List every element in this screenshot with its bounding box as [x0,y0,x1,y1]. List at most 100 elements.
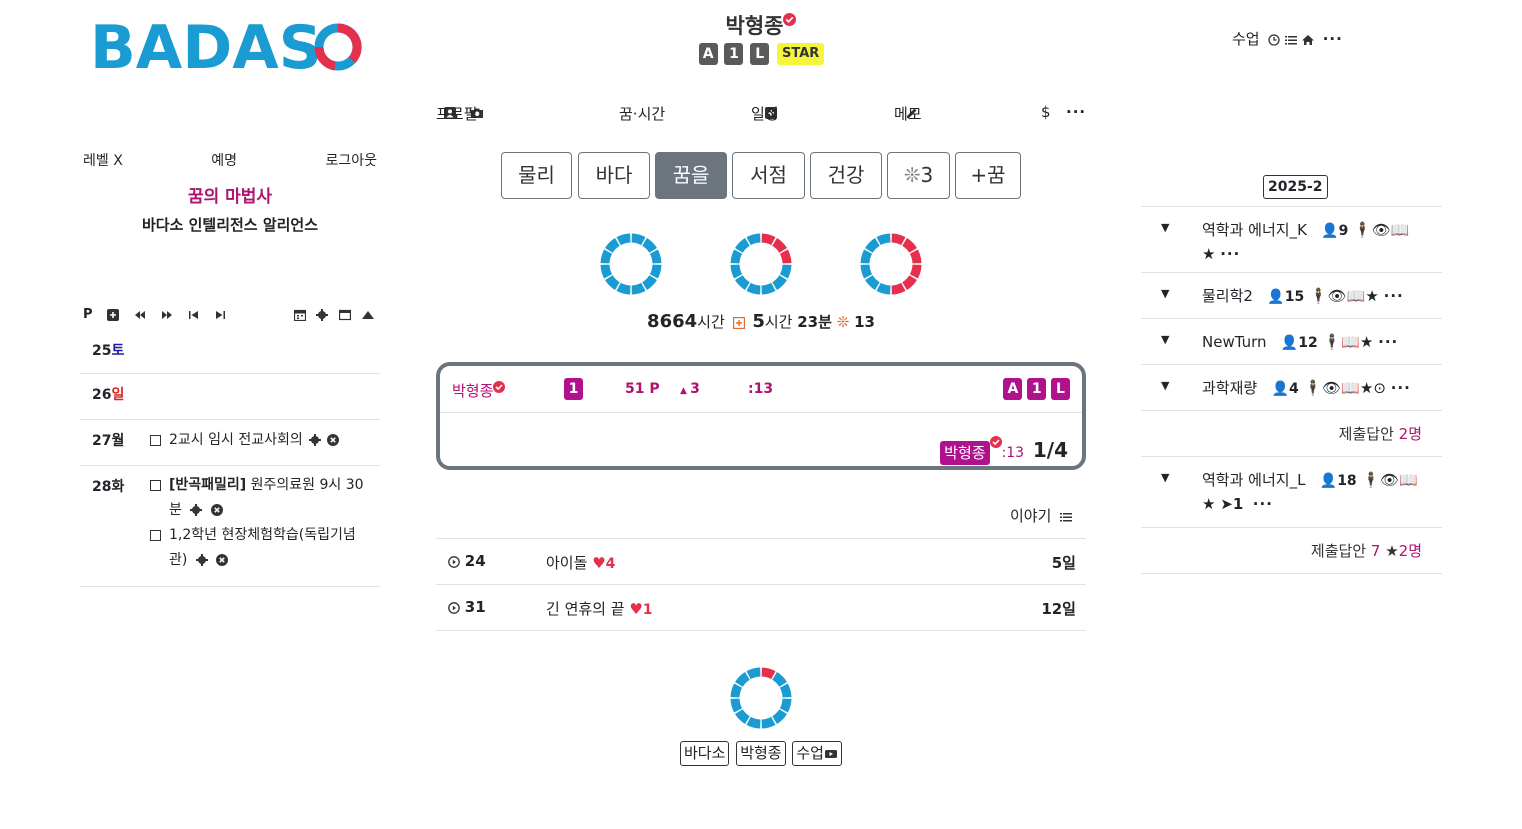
caret-down-icon[interactable]: ▼ [1161,333,1169,346]
eye-icon[interactable]: 👁 [1322,379,1341,397]
logout-link[interactable]: 로그아웃 [325,150,377,170]
gear-icon[interactable] [195,552,208,568]
course-name[interactable]: NewTurn [1202,333,1267,351]
story-age: 12일 [1041,600,1076,618]
star-icon[interactable]: ★ [1365,287,1378,305]
star-icon[interactable]: ★ [1202,245,1215,263]
gear-icon[interactable] [190,502,203,518]
memo-menu[interactable]: 메모 [894,103,922,123]
course-name[interactable]: 물리학2 [1202,287,1253,305]
course-item[interactable]: ▼ 역학과 에너지_L 👤18 🕴👁📖 ★ ➤1 ··· [1141,457,1442,528]
more-icon[interactable]: ··· [1384,287,1404,305]
person-icon[interactable]: 🕴 [1309,287,1328,305]
story-row[interactable]: 31 긴 연휴의 끝 ♥1 12일 [436,585,1086,631]
book-icon[interactable]: 📖 [1347,287,1366,305]
person-icon[interactable]: 🕴 [1361,471,1380,489]
profile-button[interactable]: 박형종 [736,741,786,766]
up-icon: ▲ [680,386,691,396]
dream-time-menu[interactable]: 꿈·시간 [619,103,665,124]
story-row[interactable]: 24 아이돌 ♥4 5일 [436,539,1086,585]
upvotes[interactable]: ▲ 3 [680,381,700,397]
tab-add-dream[interactable]: +꿈 [955,152,1021,199]
person-icon[interactable]: 🕴 [1353,221,1372,239]
class-link[interactable]: 수업 [1232,30,1260,48]
star-icon[interactable]: ★ [1202,495,1215,513]
delete-icon[interactable] [326,430,339,451]
star-icon[interactable]: ★ [1360,333,1373,351]
person-icon[interactable]: 🕴 [1323,333,1342,351]
delete-icon[interactable] [210,502,223,518]
tab-dream[interactable]: 꿈을 [655,152,727,199]
gear-icon[interactable] [308,430,321,451]
delete-icon[interactable] [216,552,229,568]
tab-bookstore[interactable]: 서점 [732,152,805,199]
more-icon[interactable]: ··· [1220,245,1240,263]
dollar-menu[interactable]: $ [1041,103,1051,121]
book-icon[interactable]: 📖 [1341,333,1360,351]
caret-down-icon[interactable]: ▼ [1161,379,1169,392]
course-item[interactable]: ▼ 역학과 에너지_K 👤9 🕴👁📖 ★ ··· [1141,207,1442,273]
course-name[interactable]: 역학과 에너지_K [1202,221,1307,239]
more-icon[interactable]: ··· [1253,495,1273,513]
eye-icon[interactable]: 👁 [1372,221,1391,239]
badge-l: L [1051,378,1070,400]
nickname-link[interactable]: 예명 [211,150,237,170]
top-nav: 수업 ··· [1232,28,1347,49]
event-checkbox[interactable] [150,530,161,541]
more-icon[interactable]: ··· [1378,333,1398,351]
progress-ring-2 [730,233,792,295]
clock-icon[interactable] [1268,33,1281,46]
more-icon[interactable]: ··· [1323,30,1343,48]
course-item[interactable]: ▼ NewTurn 👤12 🕴📖★ ··· [1141,319,1442,365]
profile-menu[interactable]: 프로필 [436,103,483,123]
caret-down-icon[interactable]: ▼ [1161,221,1169,234]
calendar-event[interactable]: [반곡패밀리] 원주의료원 9시 30분 [150,473,368,523]
book-icon[interactable]: 📖 [1341,379,1360,397]
students: 4 [1288,381,1299,397]
list-icon[interactable] [1285,34,1298,46]
book-icon[interactable]: 📖 [1399,471,1418,489]
day-number: 28 [92,479,112,495]
calendar-event[interactable]: 2교시 임시 전교사회의 [150,430,368,451]
points: 51 P [625,381,660,397]
person-icon[interactable]: 🕴 [1303,379,1322,397]
submitted-answers[interactable]: 제출답안 2명 [1141,411,1442,457]
schedule-menu[interactable]: 일정 [751,103,779,123]
semester-selector[interactable]: 2025-2 [1263,175,1328,199]
stories-header[interactable]: 이야기 [1010,505,1073,526]
eye-icon[interactable]: 👁 [1328,287,1347,305]
tab-spark[interactable]: ❊3 [887,152,950,199]
caret-down-icon[interactable]: ▼ [1161,471,1169,484]
feed-author[interactable]: 박형종 [452,380,506,401]
story-title[interactable]: 긴 연휴의 끝 ♥1 [546,598,653,619]
tab-health[interactable]: 건강 [810,152,882,199]
course-name[interactable]: 과학재량 [1202,379,1257,397]
student-count: 👤9 [1321,223,1349,239]
class-button[interactable]: 수업 [792,741,842,766]
tab-physics[interactable]: 물리 [501,152,572,199]
star-icon[interactable]: ★ [1360,379,1373,397]
story-title[interactable]: 아이돌 ♥4 [546,552,615,573]
more-icon[interactable]: ··· [1391,379,1411,397]
more-icon[interactable]: ··· [1066,103,1086,121]
calendar-event[interactable]: 1,2학년 현장체험학습(독립기념관) [150,523,368,573]
star-badge: STAR [777,43,825,65]
course-name[interactable]: 역학과 에너지_L [1202,471,1305,489]
course-item[interactable]: ▼ 과학재량 👤4 🕴👁📖★⊙ ··· [1141,365,1442,411]
event-checkbox[interactable] [150,435,161,446]
play-circle-icon[interactable]: ⊙ [1373,379,1386,397]
eye-icon[interactable]: 👁 [1380,471,1399,489]
ring-segment [779,249,792,264]
submitted-answers[interactable]: 제출답안 7 ★2명 [1141,528,1442,574]
course-item[interactable]: ▼ 물리학2 👤15 🕴👁📖★ ··· [1141,273,1442,319]
book-icon[interactable]: 📖 [1391,221,1410,239]
tab-sea[interactable]: 바다 [578,152,650,199]
reply-summary[interactable]: 박형종:13 1/4 [940,436,1068,465]
event-checkbox[interactable] [150,480,161,491]
home-icon[interactable] [1301,34,1314,46]
caret-down-icon[interactable]: ▼ [1161,287,1169,300]
level-link[interactable]: 레벨 X [83,150,123,170]
dream-feed-card[interactable]: 박형종 1 51 P ▲ 3 :13 A 1 L 박형종:13 1/4 [436,362,1086,470]
badaso-button[interactable]: 바다소 [680,741,730,766]
badge-a: A [1003,378,1023,400]
